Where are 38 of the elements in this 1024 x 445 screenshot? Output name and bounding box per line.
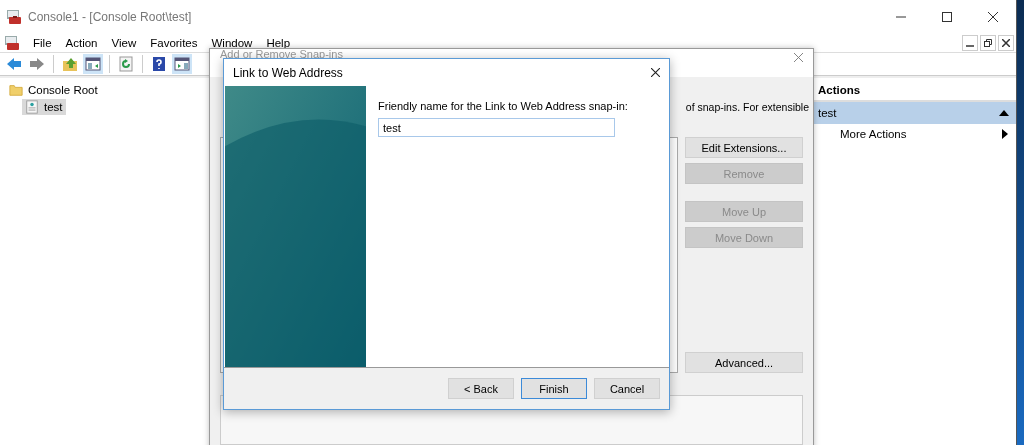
menu-item[interactable]: Window [204,37,260,49]
menu-item[interactable]: Action [58,37,105,49]
dialog-button[interactable]: Finish [521,378,587,399]
menu-item[interactable]: Help [259,37,298,49]
minimize-button[interactable] [962,35,978,51]
toolbox-icon[interactable] [4,35,20,51]
close-icon [988,12,998,22]
action-item[interactable]: More Actions [813,124,1016,144]
menu-item[interactable]: View [104,37,144,49]
window-title: Console1 - [Console Root\test] [28,10,192,24]
tree-button[interactable] [83,54,103,74]
restore-button[interactable] [980,35,996,51]
tree-item[interactable]: Console Root [6,82,101,98]
close-icon[interactable] [651,68,660,77]
advanced-button[interactable]: Advanced... [685,352,803,373]
collapse-icon [999,110,1009,116]
refresh-button[interactable] [116,54,136,74]
folder-icon [9,83,23,97]
dialog-button[interactable]: Cancel [594,378,660,399]
tree-item[interactable]: test [22,99,66,115]
dialog-button[interactable]: Edit Extensions... [685,137,803,158]
field-label: Friendly name for the Link to Web Address snap-in: [378,100,628,112]
action-group-header[interactable]: test [813,102,1016,124]
close-icon [1002,39,1010,47]
menu-item[interactable]: File [26,37,59,49]
toolbox-icon [6,9,22,25]
dialog-button[interactable]: < Back [448,378,514,399]
intro-text: of snap-ins. For extensible [685,101,809,115]
menu-item[interactable]: Favorites [143,37,205,49]
maximize-icon [942,12,952,22]
close-button[interactable] [998,35,1014,51]
submenu-arrow-icon [1002,129,1008,139]
name-input-field[interactable]: test [378,118,615,137]
document-icon [25,100,39,114]
restore-icon [984,39,992,47]
actionpane-button[interactable] [172,54,192,74]
dialog-title: Link to Web Address [233,65,343,80]
dialog-title: Add or Remove Snap-ins [220,49,343,59]
